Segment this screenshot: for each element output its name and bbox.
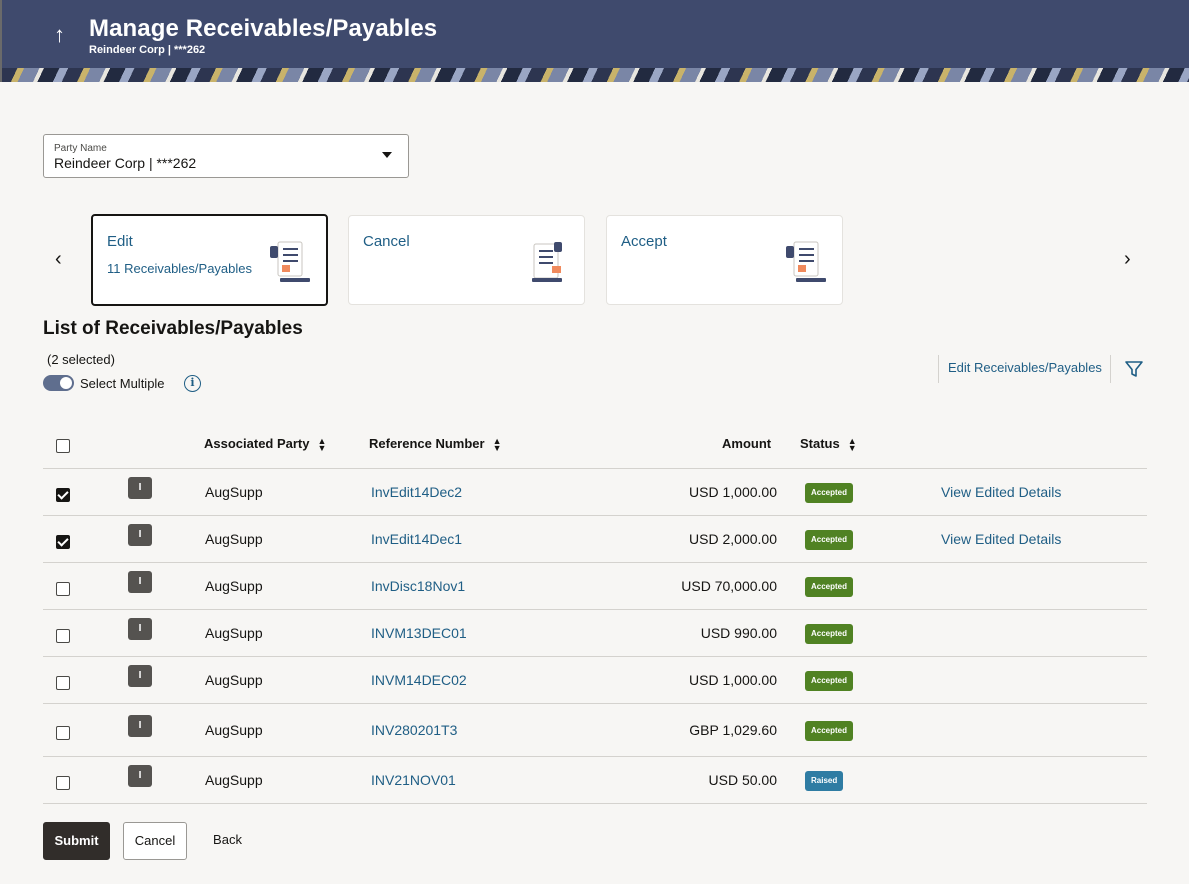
- invoice-icon: I: [128, 765, 152, 787]
- cancel-button[interactable]: Cancel: [123, 822, 187, 860]
- table-row: I AugSupp INVM13DEC01 USD 990.00 Accepted: [43, 610, 1147, 657]
- invoice-icon: I: [128, 571, 152, 593]
- invoice-icon: I: [128, 618, 152, 640]
- table-row: I AugSupp InvDisc18Nov1 USD 70,000.00 Accept…: [43, 563, 1147, 610]
- select-multiple-toggle[interactable]: [43, 375, 74, 391]
- card-cancel-title: Cancel: [363, 233, 410, 250]
- status-badge: Accepted: [805, 483, 854, 503]
- table-row: I AugSupp INVM14DEC02 USD 1,000.00 Accepted: [43, 657, 1147, 704]
- reference-number-link[interactable]: InvDisc18Nov1: [371, 578, 465, 594]
- toggle-knob: [60, 377, 72, 389]
- column-amount: Amount: [722, 436, 772, 451]
- card-accept-title: Accept: [621, 233, 667, 250]
- amount: USD 50.00: [708, 772, 777, 788]
- column-reference-number-label: Reference Number: [369, 436, 485, 451]
- selected-count: (2 selected): [47, 352, 115, 367]
- edit-document-icon: [270, 241, 310, 282]
- carousel-prev-icon[interactable]: ‹: [55, 248, 62, 271]
- row-checkbox[interactable]: [56, 676, 70, 690]
- associated-party: AugSupp: [205, 531, 263, 547]
- select-all-checkbox[interactable]: [56, 439, 70, 453]
- column-status-label: Status: [800, 436, 840, 451]
- invoice-icon: I: [128, 665, 152, 687]
- column-status[interactable]: Status ▲ ▼: [800, 436, 857, 452]
- table-row: I AugSupp InvEdit14Dec1 USD 2,000.00 Accepte…: [43, 516, 1147, 563]
- reference-number-link[interactable]: InvEdit14Dec1: [371, 531, 462, 547]
- card-edit-title: Edit: [107, 233, 133, 250]
- header-pattern-band: [2, 68, 1189, 82]
- status-badge: Accepted: [805, 530, 854, 550]
- reference-number-link[interactable]: INV280201T3: [371, 722, 457, 738]
- party-name-value: Reindeer Corp | ***262: [54, 155, 197, 171]
- associated-party: AugSupp: [205, 722, 263, 738]
- status-badge: Accepted: [805, 671, 854, 691]
- reference-number-link[interactable]: INV21NOV01: [371, 772, 456, 788]
- party-name-label: Party Name: [54, 143, 107, 154]
- associated-party: AugSupp: [205, 578, 263, 594]
- status-badge: Raised: [805, 771, 844, 791]
- table-header: Associated Party ▲ ▼ Reference Number ▲ ▼ Am…: [43, 422, 1147, 469]
- list-title: List of Receivables/Payables: [43, 318, 303, 339]
- card-accept[interactable]: Accept: [606, 215, 843, 305]
- table-row: I AugSupp INV21NOV01 USD 50.00 Raised: [43, 757, 1147, 804]
- amount: GBP 1,029.60: [689, 722, 777, 738]
- associated-party: AugSupp: [205, 772, 263, 788]
- amount: USD 1,000.00: [689, 672, 777, 688]
- table-row: I AugSupp InvEdit14Dec2 USD 1,000.00 Accepte…: [43, 469, 1147, 516]
- edit-receivables-link[interactable]: Edit Receivables/Payables: [938, 355, 1111, 383]
- reference-number-link[interactable]: INVM13DEC01: [371, 625, 467, 641]
- column-associated-party[interactable]: Associated Party ▲ ▼: [204, 436, 326, 452]
- card-edit[interactable]: Edit 11 Receivables/Payables: [91, 214, 328, 306]
- row-checkbox[interactable]: [56, 776, 70, 790]
- card-cancel[interactable]: Cancel: [348, 215, 585, 305]
- status-badge: Accepted: [805, 624, 854, 644]
- view-edited-details-link[interactable]: View Edited Details: [941, 531, 1061, 547]
- select-multiple-label: Select Multiple: [80, 376, 165, 391]
- column-associated-party-label: Associated Party: [204, 436, 310, 451]
- associated-party: AugSupp: [205, 672, 263, 688]
- associated-party: AugSupp: [205, 625, 263, 641]
- row-checkbox[interactable]: [56, 582, 70, 596]
- view-edited-details-link[interactable]: View Edited Details: [941, 484, 1061, 500]
- row-checkbox[interactable]: [56, 488, 70, 502]
- submit-button[interactable]: Submit: [43, 822, 110, 860]
- caret-down-icon: [382, 152, 392, 158]
- sort-icon: ▲ ▼: [317, 435, 327, 453]
- filter-icon[interactable]: [1124, 359, 1144, 379]
- page-title: Manage Receivables/Payables: [89, 15, 438, 42]
- reference-number-link[interactable]: INVM14DEC02: [371, 672, 467, 688]
- row-checkbox[interactable]: [56, 535, 70, 549]
- status-badge: Accepted: [805, 721, 854, 741]
- sort-icon: ▲ ▼: [492, 435, 502, 453]
- page-subtitle: Reindeer Corp | ***262: [89, 44, 206, 56]
- reference-number-link[interactable]: InvEdit14Dec2: [371, 484, 462, 500]
- carousel-next-icon[interactable]: ›: [1124, 248, 1131, 271]
- associated-party: AugSupp: [205, 484, 263, 500]
- invoice-icon: I: [128, 524, 152, 546]
- cancel-document-icon: [532, 242, 562, 282]
- sort-icon: ▲ ▼: [847, 435, 857, 453]
- amount: USD 2,000.00: [689, 531, 777, 547]
- row-checkbox[interactable]: [56, 726, 70, 740]
- status-badge: Accepted: [805, 577, 854, 597]
- invoice-icon: I: [128, 477, 152, 499]
- invoice-icon: I: [128, 715, 152, 737]
- amount: USD 1,000.00: [689, 484, 777, 500]
- party-name-select[interactable]: Party Name Reindeer Corp | ***262: [43, 134, 409, 178]
- column-reference-number[interactable]: Reference Number ▲ ▼: [369, 436, 502, 452]
- row-checkbox[interactable]: [56, 629, 70, 643]
- accept-document-icon: [786, 241, 826, 282]
- amount: USD 70,000.00: [681, 578, 777, 594]
- page-header: ↑ Manage Receivables/Payables Reindeer C…: [0, 0, 1189, 82]
- receivables-table: Associated Party ▲ ▼ Reference Number ▲ ▼ Am…: [43, 422, 1147, 804]
- amount: USD 990.00: [700, 625, 777, 641]
- card-edit-count: 11 Receivables/Payables: [107, 261, 253, 276]
- up-arrow-icon[interactable]: ↑: [54, 22, 65, 48]
- info-icon[interactable]: i: [184, 375, 201, 392]
- back-button[interactable]: Back: [205, 822, 250, 860]
- table-row: I AugSupp INV280201T3 GBP 1,029.60 Accepted: [43, 704, 1147, 757]
